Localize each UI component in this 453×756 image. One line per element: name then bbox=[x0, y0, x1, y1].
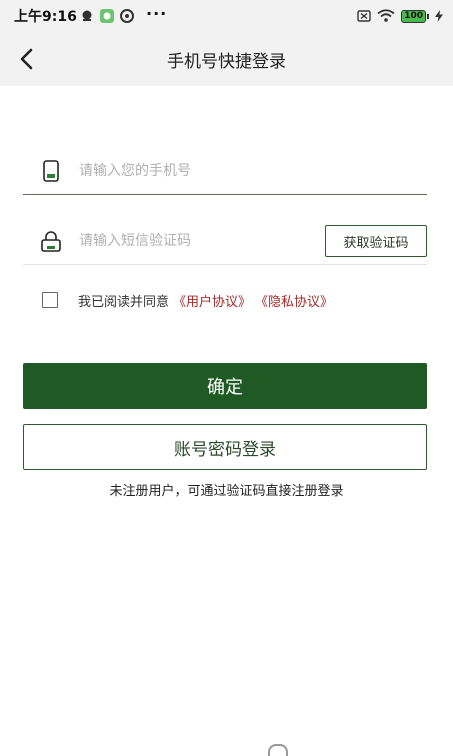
get-code-button[interactable]: 获取验证码 bbox=[325, 225, 427, 257]
sms-code-row: 获取验证码 bbox=[23, 218, 427, 265]
app-icon bbox=[120, 8, 134, 23]
user-agreement-link[interactable]: 《用户协议》 bbox=[173, 291, 251, 310]
lock-icon bbox=[39, 229, 63, 253]
privacy-policy-link[interactable]: 《隐私协议》 bbox=[255, 291, 333, 310]
phone-row bbox=[23, 148, 427, 195]
battery-level: 100 bbox=[401, 10, 426, 23]
notification-icon bbox=[80, 8, 94, 22]
agreement-checkbox[interactable] bbox=[42, 292, 58, 308]
wechat-icon bbox=[100, 8, 114, 23]
confirm-button[interactable]: 确定 bbox=[23, 363, 427, 409]
wifi-icon bbox=[377, 7, 395, 26]
register-hint: 未注册用户，可通过验证码直接注册登录 bbox=[109, 484, 344, 499]
more-notifications: ··· bbox=[146, 4, 168, 23]
battery-icon: 100 bbox=[401, 10, 429, 23]
agreement-text: 我已阅读并同意 bbox=[78, 294, 170, 310]
phone-input[interactable] bbox=[79, 156, 427, 186]
agreement-row: 我已阅读并同意 《用户协议》 《隐私协议》 bbox=[42, 290, 333, 310]
status-bar: 上午9:16 ··· 100 bbox=[0, 0, 453, 32]
sim-off-icon bbox=[357, 7, 371, 26]
password-login-button[interactable]: 账号密码登录 bbox=[23, 424, 427, 470]
sms-code-input[interactable] bbox=[79, 226, 325, 256]
status-time: 上午9:16 bbox=[14, 9, 77, 25]
charging-icon bbox=[435, 7, 443, 26]
home-indicator bbox=[268, 744, 288, 756]
nav-bar: 手机号快捷登录 bbox=[0, 32, 453, 86]
status-right: 100 bbox=[357, 7, 443, 26]
page-title: 手机号快捷登录 bbox=[167, 52, 286, 72]
phone-icon bbox=[39, 159, 63, 183]
